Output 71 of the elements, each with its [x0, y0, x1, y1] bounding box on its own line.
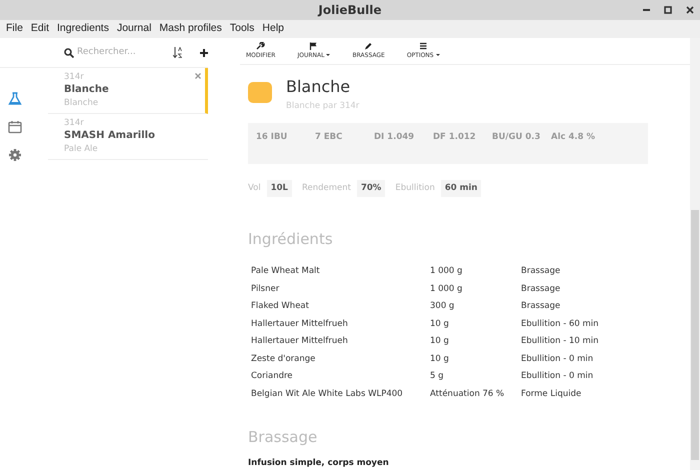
table-cell-text: 5 g — [430, 370, 445, 384]
summary-value: 10L — [266, 180, 292, 196]
table-cell-text: Atténuation 76 % — [430, 388, 506, 401]
recipe-author: 314r — [64, 72, 84, 83]
flask-icon[interactable] — [8, 92, 22, 106]
table-cell: Forme Liquide — [521, 388, 582, 401]
table-cell-text: 1 000 g — [430, 264, 464, 278]
table-cell: Brassage — [521, 264, 560, 278]
table-cell-text: 10 g — [430, 352, 450, 366]
close-icon[interactable] — [686, 6, 694, 14]
menu-item[interactable]: Mash profiles — [155, 21, 226, 37]
search-icon — [64, 48, 74, 58]
table-cell: Ebullition - 10 min — [521, 335, 599, 348]
table-cell-text: 300 g — [430, 300, 456, 313]
recipe-name: SMASH Amarillo — [64, 129, 155, 142]
pencil-icon — [364, 42, 374, 51]
table-cell-text: Belgian Wit Ale White Labs WLP400 — [251, 388, 404, 401]
menu-item[interactable]: Help — [258, 21, 288, 37]
table-cell: Ebullition - 0 min — [521, 370, 594, 384]
table-cell: Ebullition - 0 min — [521, 352, 594, 366]
maximize-icon[interactable] — [664, 6, 672, 14]
stat-value: DI 1.049 — [374, 130, 416, 144]
table-cell-text: Pale Wheat Malt — [251, 264, 321, 278]
section-heading: Ingrédients — [248, 228, 334, 248]
table-cell: Ebullition - 60 min — [521, 318, 599, 330]
mash-profile-name: Infusion simple, corps moyen — [248, 457, 390, 470]
table-cell: Brassage — [521, 282, 560, 296]
table-cell-text: Zeste d'orange — [251, 352, 316, 366]
table-cell-text: Flaked Wheat — [251, 300, 310, 313]
table-cell-text: Coriandre — [251, 370, 294, 384]
menu-item[interactable]: Journal — [112, 21, 156, 37]
table-cell-text: 10 g — [430, 335, 450, 348]
stat-value: BU/GU 0.3 — [492, 130, 542, 144]
minimize-icon[interactable] — [643, 8, 650, 12]
table-cell-text: 1 000 g — [430, 282, 464, 296]
add-icon[interactable] — [200, 48, 208, 56]
stat-value: 7 EBC — [315, 130, 344, 144]
menu-item[interactable]: Ingredients — [53, 21, 113, 37]
table-cell-text: Hallertauer Mittelfrueh — [251, 335, 349, 348]
window-title: JolieBulle — [318, 3, 382, 17]
wrench-icon — [256, 42, 266, 51]
table-cell-text: Hallertauer Mittelfrueh — [251, 318, 349, 330]
stat-value: 16 IBU — [256, 130, 288, 144]
flag-icon — [309, 42, 318, 51]
table-cell-text: Pilsner — [251, 282, 280, 296]
recipe-list-item[interactable]: 314r SMASH Amarillo Pale Ale — [48, 114, 208, 160]
scrollbar[interactable] — [690, 38, 700, 470]
summary-label: Ebullition — [395, 182, 435, 194]
recipe-style: Blanche — [64, 97, 98, 110]
menu-item[interactable]: Tools — [226, 21, 258, 37]
summary-label: Vol — [248, 182, 261, 194]
section-heading: Brassage — [248, 427, 318, 448]
color-swatch — [248, 82, 272, 103]
table-cell: Brassage — [521, 300, 560, 313]
calendar-icon[interactable] — [8, 120, 22, 134]
settings-icon[interactable] — [8, 148, 22, 162]
stat-value: Alc 4.8 % — [551, 130, 596, 144]
recipe-style: Pale Ale — [64, 143, 98, 156]
recipe-title: Blanche — [286, 77, 352, 97]
recipe-list-item[interactable]: 314r Blanche Blanche — [48, 68, 208, 114]
table-cell-text: 10 g — [430, 318, 450, 330]
summary-label: Rendement — [302, 182, 351, 194]
menu-item[interactable]: Edit — [26, 21, 54, 37]
menu-item[interactable]: File — [2, 21, 27, 37]
menu-icon — [418, 42, 428, 51]
recipe-author: 314r — [64, 118, 84, 129]
sort-icon[interactable] — [173, 47, 182, 58]
summary-value: 70% — [356, 180, 386, 196]
summary-value: 60 min — [440, 180, 482, 196]
stat-value: DF 1.012 — [433, 130, 477, 144]
recipe-name: Blanche — [64, 83, 109, 96]
